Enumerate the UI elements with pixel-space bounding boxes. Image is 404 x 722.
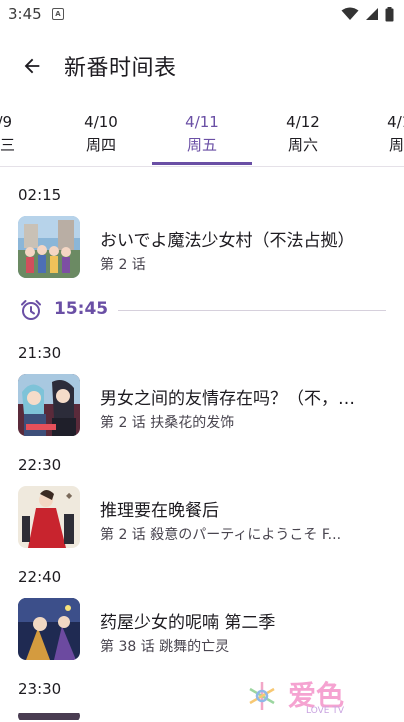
tab-indicator — [152, 162, 252, 165]
tab-date: 4/12 — [286, 113, 320, 131]
svg-text:◆: ◆ — [66, 491, 73, 500]
watermark-logo: 爱色 LOVE TV — [244, 674, 374, 718]
episode-info: 第 2 话 殺意のパーティにようこそ F... — [100, 527, 342, 543]
tab-date: 4/9 — [0, 113, 13, 131]
episode-info: 第 38 话 跳舞的亡灵 — [100, 639, 230, 655]
schedule-item[interactable]: 男女之间的友情存在吗？（不，不存在!!） 第 2 话 扶桑花的发饰 — [0, 374, 404, 442]
status-bar: 3:45 A — [0, 0, 404, 28]
watermark-subtext: LOVE TV — [306, 706, 344, 716]
wifi-icon — [341, 7, 359, 20]
schedule-item[interactable]: おいでよ魔法少女村（不法占拠） 第 2 话 — [0, 216, 404, 284]
tab-day-1[interactable]: 4/10 周四 — [51, 100, 151, 166]
time-label: 23:30 — [18, 680, 62, 698]
schedule-item[interactable]: 药屋少女的呢喃 第二季 第 38 话 跳舞的亡灵 — [0, 598, 404, 666]
cover-thumbnail — [18, 710, 80, 720]
page-title: 新番时间表 — [64, 56, 177, 81]
date-tabs: 4/9 周三 4/10 周四 4/11 周五 4/12 周六 4/13 周日 — [0, 100, 404, 167]
tab-day-0[interactable]: 4/9 周三 — [0, 100, 50, 166]
app-bar: 新番时间表 — [0, 28, 404, 100]
cover-thumbnail — [18, 374, 80, 436]
time-label: 21:30 — [18, 344, 62, 362]
tab-weekday: 周四 — [85, 136, 116, 154]
tab-weekday: 周日 — [388, 136, 404, 154]
cover-thumbnail: ◆ — [18, 486, 80, 548]
episode-info: 第 2 话 — [100, 257, 146, 273]
anime-title: 男女之间的友情存在吗？（不，不存在!!） — [100, 389, 362, 409]
status-time: 3:45 — [8, 5, 42, 23]
cover-thumbnail — [18, 216, 80, 278]
anime-title: おいでよ魔法少女村（不法占拠） — [100, 231, 355, 251]
anime-title: 推理要在晚餐后 — [100, 501, 219, 521]
battery-icon — [385, 6, 394, 21]
tab-weekday: 周六 — [287, 136, 318, 154]
tab-day-4[interactable]: 4/13 周日 — [354, 100, 404, 166]
signal-icon — [366, 8, 378, 20]
time-label: 02:15 — [18, 186, 62, 204]
schedule-item[interactable]: ◆ 推理要在晚餐后 第 2 话 殺意のパーティにようこそ F... — [0, 486, 404, 554]
tab-date: 4/13 — [387, 113, 404, 131]
alarm-clock-icon — [21, 300, 41, 320]
divider — [118, 310, 386, 311]
tab-weekday: 周三 — [0, 136, 15, 154]
current-time: 15:45 — [54, 299, 109, 319]
time-label: 22:30 — [18, 456, 62, 474]
status-icons — [341, 6, 394, 22]
tab-day-2-selected[interactable]: 4/11 周五 — [152, 100, 252, 166]
current-time-marker: 15:45 — [0, 296, 404, 326]
tab-day-3[interactable]: 4/12 周六 — [253, 100, 353, 166]
schedule-list[interactable]: 02:15 おいでよ魔法少女村（不法占拠） 第 2 话 15:45 21:30 … — [0, 166, 404, 720]
cover-thumbnail — [18, 598, 80, 660]
time-label: 22:40 — [18, 568, 62, 586]
tab-date: 4/11 — [185, 113, 219, 131]
anime-title: 药屋少女的呢喃 第二季 — [100, 613, 276, 633]
episode-info: 第 2 话 扶桑花的发饰 — [100, 415, 235, 431]
back-button[interactable] — [14, 48, 50, 84]
tab-date: 4/10 — [84, 113, 118, 131]
tab-weekday: 周五 — [186, 136, 217, 154]
notification-icon: A — [52, 8, 64, 20]
arrow-back-icon — [24, 58, 40, 74]
